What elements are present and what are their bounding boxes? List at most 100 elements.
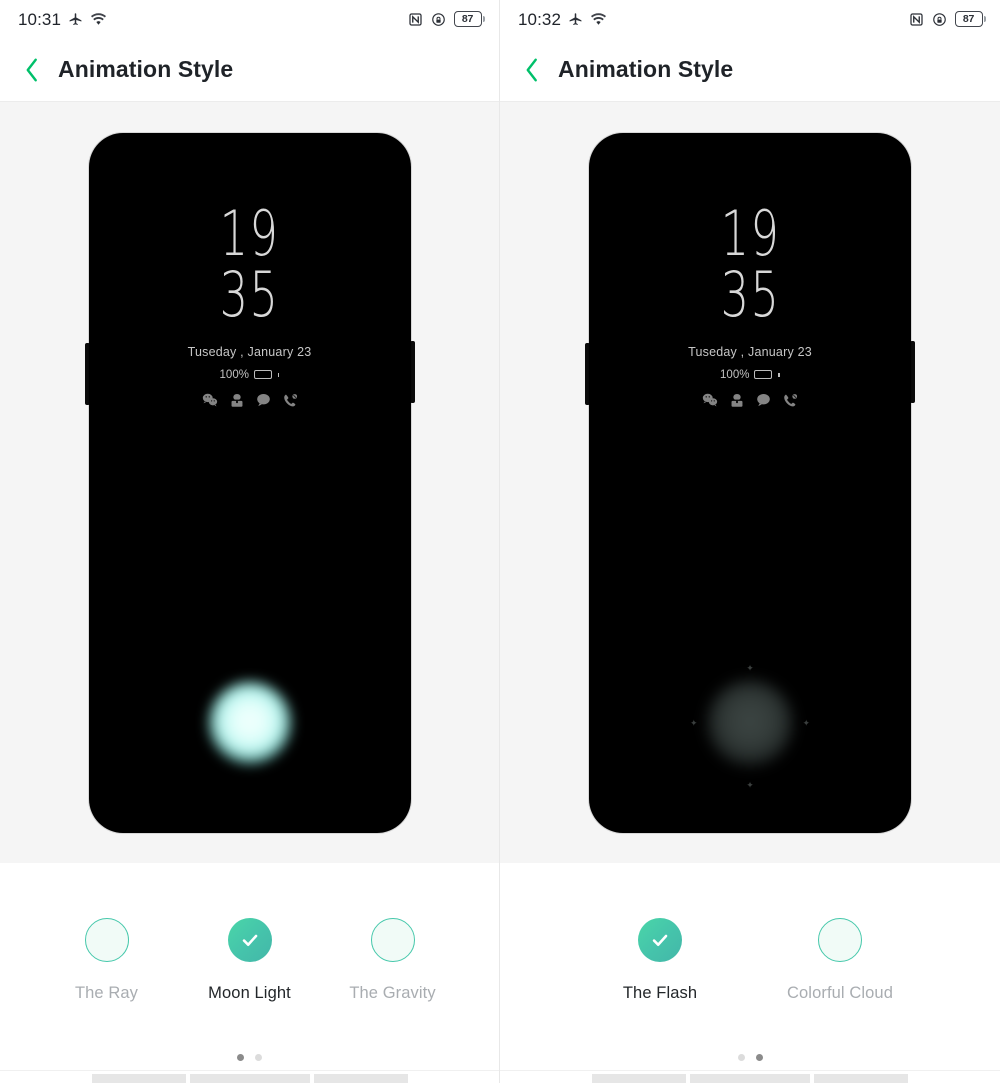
lockscreen-battery-icon	[253, 370, 272, 380]
lockscreen-content: 19 35 Tuseday , January 23 100%	[89, 133, 411, 408]
status-bar-battery: 87	[453, 11, 485, 27]
alarm-lock-icon	[431, 12, 446, 27]
check-icon	[649, 929, 671, 951]
lockscreen-battery: 100%	[220, 369, 280, 381]
sparkle-right-icon: ✦	[802, 717, 810, 728]
lockscreen-content: 19 35 Tuseday , January 23 100%	[589, 133, 911, 408]
screenshot-panel-right: 10:32 87 Animation Style 19 35 Tuseday ,…	[500, 0, 1000, 1083]
option-radio-selected[interactable]	[638, 918, 682, 962]
dual-screenshot-comparison: 10:31 87 Animation Style 19 35 Tuseday ,…	[0, 0, 1000, 1083]
wechat-icon	[202, 393, 218, 407]
back-button[interactable]	[18, 55, 44, 85]
status-bar-right: 87	[408, 11, 485, 27]
option-label: The Flash	[622, 984, 698, 1002]
nfc-icon	[408, 12, 423, 27]
app-bar: Animation Style	[500, 38, 1000, 102]
option-label: Moon Light	[208, 984, 291, 1002]
status-bar-clock: 10:32	[518, 9, 562, 29]
battery-level-text: 87	[954, 11, 983, 27]
app-bar: Animation Style	[0, 38, 499, 102]
message-bubble-icon	[256, 393, 271, 407]
page-dot-1[interactable]	[737, 1054, 745, 1061]
lockscreen-hours: 19	[720, 196, 780, 270]
sparkle-left-icon: ✦	[690, 717, 698, 728]
status-bar-clock: 10:31	[18, 9, 62, 29]
unlock-animation-glow	[707, 679, 793, 766]
sparkle-top-icon: ✦	[746, 662, 754, 673]
lockscreen-minutes: 35	[720, 257, 780, 331]
nav-home-segment[interactable]	[189, 1074, 310, 1083]
wifi-icon	[90, 12, 107, 26]
page-indicator	[0, 1054, 499, 1061]
page-indicator	[500, 1054, 1000, 1061]
preview-stage: 19 35 Tuseday , January 23 100%	[0, 102, 499, 863]
lockscreen-battery-icon	[754, 370, 773, 380]
phone-screen: 19 35 Tuseday , January 23 100%	[589, 132, 911, 833]
system-navigation-bar	[500, 1070, 1000, 1083]
chevron-left-icon	[522, 56, 541, 84]
phone-mockup: 19 35 Tuseday , January 23 100%	[585, 132, 915, 833]
message-bubble-icon	[756, 393, 771, 407]
contacts-icon	[730, 393, 744, 408]
option-list: The Ray Moon Light The Gravity	[35, 918, 464, 1003]
option-label: The Ray	[74, 984, 139, 1002]
battery-cap	[482, 16, 485, 22]
page-title: Animation Style	[558, 56, 734, 82]
style-option-the-ray[interactable]: The Ray	[35, 918, 178, 1003]
wechat-icon	[702, 393, 718, 407]
battery-cap	[983, 16, 986, 22]
option-radio-unselected[interactable]	[370, 918, 415, 962]
system-navigation-bar	[0, 1070, 499, 1083]
option-list: The Flash Colorful Cloud	[570, 918, 930, 1003]
airplane-mode-icon	[68, 12, 83, 27]
animation-style-options: The Ray Moon Light The Gravity	[0, 863, 499, 1083]
contacts-icon	[230, 393, 244, 408]
chevron-left-icon	[22, 56, 41, 84]
style-option-the-flash[interactable]: The Flash	[570, 918, 750, 1003]
option-label: The Gravity	[349, 984, 436, 1002]
status-bar: 10:32 87	[500, 0, 1000, 38]
lockscreen-notification-icons	[202, 393, 298, 408]
check-icon	[239, 929, 261, 951]
missed-call-icon	[783, 393, 798, 408]
lockscreen-minutes: 35	[219, 257, 280, 331]
unlock-animation-glow	[207, 680, 292, 765]
lockscreen-date: Tuseday , January 23	[187, 344, 312, 359]
style-option-colorful-cloud[interactable]: Colorful Cloud	[750, 918, 930, 1003]
page-dot-2[interactable]	[255, 1054, 262, 1061]
preview-stage: 19 35 Tuseday , January 23 100%	[500, 102, 1000, 863]
page-dot-1[interactable]	[237, 1054, 244, 1061]
animation-style-options: The Flash Colorful Cloud	[500, 863, 1000, 1083]
page-dot-2[interactable]	[755, 1054, 763, 1061]
sparkle-bottom-icon: ✦	[746, 779, 754, 790]
lockscreen-notification-icons	[702, 393, 798, 408]
lockscreen-battery: 100%	[720, 369, 780, 381]
option-radio-unselected[interactable]	[84, 918, 129, 962]
style-option-moon-light[interactable]: Moon Light	[178, 918, 321, 1003]
phone-screen: 19 35 Tuseday , January 23 100%	[88, 132, 411, 833]
status-bar-left: 10:31	[18, 11, 107, 28]
style-option-the-gravity[interactable]: The Gravity	[321, 918, 464, 1003]
screenshot-panel-left: 10:31 87 Animation Style 19 35 Tuseday ,…	[0, 0, 500, 1083]
nav-home-segment[interactable]	[690, 1074, 810, 1083]
lockscreen-battery-text: 100%	[219, 368, 249, 381]
missed-call-icon	[283, 393, 298, 408]
nav-back-segment[interactable]	[592, 1074, 686, 1083]
wifi-icon	[590, 12, 607, 26]
nfc-icon	[909, 12, 924, 27]
option-label: Colorful Cloud	[787, 984, 893, 1002]
lockscreen-hours: 19	[219, 196, 280, 270]
option-radio-selected[interactable]	[227, 918, 272, 962]
status-bar-left: 10:32	[518, 11, 607, 28]
nav-back-segment[interactable]	[91, 1074, 186, 1083]
nav-recents-segment[interactable]	[313, 1074, 408, 1083]
nav-recents-segment[interactable]	[814, 1074, 908, 1083]
option-radio-unselected[interactable]	[818, 918, 862, 962]
alarm-lock-icon	[932, 12, 947, 27]
back-button[interactable]	[518, 55, 544, 85]
status-bar-right: 87	[909, 11, 986, 27]
airplane-mode-icon	[568, 12, 583, 27]
status-bar-battery: 87	[954, 11, 986, 27]
lockscreen-date: Tuseday , January 23	[688, 344, 812, 359]
battery-level-text: 87	[453, 11, 482, 27]
